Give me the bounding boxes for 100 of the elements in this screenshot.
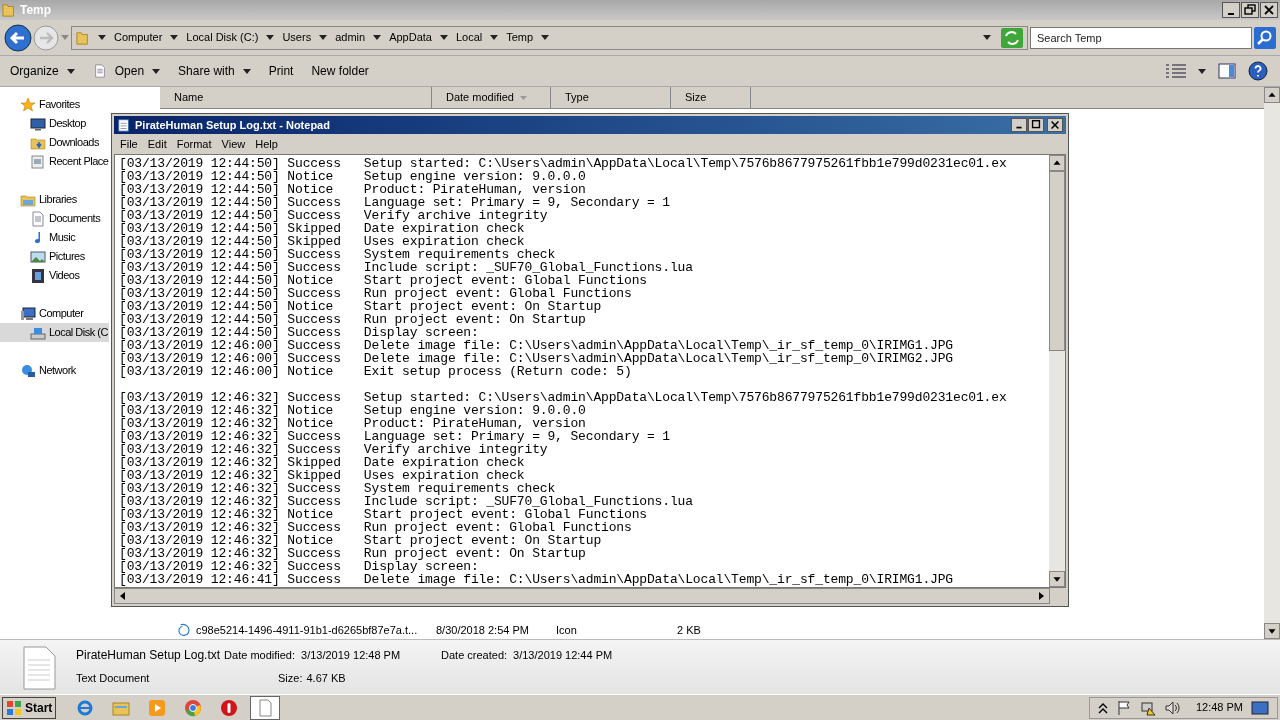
field-label: Date modified:	[224, 647, 296, 663]
text-line: [03/13/2019 12:46:32] Notice Product: PirateHuman, version	[119, 417, 587, 430]
star-icon	[20, 96, 36, 113]
computer-icon	[20, 305, 36, 322]
text-line: [03/13/2019 12:46:32] Success Language set: Primary = 9, Secondary = 1	[119, 430, 671, 443]
text-line: [03/13/2019 12:44:50] Success Verify archive integrity	[119, 209, 549, 222]
scroll-thumb[interactable]	[1049, 171, 1065, 351]
breadcrumb-item[interactable]: Computer	[114, 29, 163, 46]
breadcrumb-item[interactable]: Users	[282, 29, 312, 46]
sidebar-item[interactable]: Local Disk (C	[0, 323, 109, 342]
caret-icon	[266, 35, 275, 40]
film-icon	[30, 267, 46, 284]
breadcrumb-item[interactable]: Temp	[506, 29, 534, 46]
caret-icon	[490, 35, 499, 40]
window-icon	[30, 153, 46, 170]
sort-icon	[519, 95, 527, 100]
minimize-icon	[1011, 118, 1027, 132]
speaker-icon	[1163, 699, 1180, 716]
sidebar-item[interactable]: Documents	[0, 209, 102, 228]
text-line: [03/13/2019 12:44:50] Notice Start project event: On Startup	[119, 300, 603, 313]
text-line: [03/13/2019 12:44:50] Notice Start project event: Global Functions	[119, 274, 648, 287]
menu-item[interactable]: Help	[251, 135, 282, 153]
sidebar-item[interactable]: Recent Place	[0, 152, 110, 171]
text-line: [03/13/2019 12:46:32] Notice Start project event: On Startup	[119, 534, 603, 547]
text-line: [03/13/2019 12:46:32] Skipped Uses expiration check	[119, 469, 526, 482]
toolbar-button[interactable]: New folder	[305, 59, 375, 83]
play-icon	[148, 698, 167, 717]
text-line: [03/13/2019 12:46:32] Notice Start project event: Global Functions	[119, 508, 648, 521]
text-line: [03/13/2019 12:46:32] Success Include script: _SUF70_Global_Functions.lua	[119, 495, 694, 508]
scrollbar[interactable]	[114, 588, 1050, 604]
scrollbar[interactable]	[1049, 155, 1065, 587]
file-type: Text Document	[76, 671, 151, 686]
field-value: 4.67 KB	[306, 671, 346, 686]
file-name[interactable]: c98e5214-1496-4911-91b1-d6265bf87e7a.t...	[196, 621, 418, 639]
start-button[interactable]: Start	[2, 696, 57, 719]
menu-item[interactable]: Format	[172, 135, 216, 153]
toolbar-button[interactable]: Print	[262, 59, 300, 83]
caret-icon	[1198, 68, 1206, 74]
caret-icon	[373, 35, 382, 40]
address-bar[interactable]: Computer Local Disk (C:) Users admin AppData Local Temp	[71, 25, 1028, 50]
help-icon	[1248, 61, 1268, 81]
toolbar-button[interactable]: Share with	[172, 59, 257, 83]
caret-icon	[319, 35, 328, 40]
toolbar-button[interactable]: Open	[86, 59, 167, 83]
text-line: [03/13/2019 12:44:50] Success Run project event: On Startup	[119, 313, 586, 326]
menu-item[interactable]: Edit	[143, 135, 171, 153]
sidebar-item[interactable]: Favorites	[0, 95, 81, 114]
breadcrumb-item[interactable]: Local Disk (C:)	[186, 29, 259, 46]
text-line: [03/13/2019 12:46:00] Notice Exit setup process (Return code: 5)	[119, 365, 632, 378]
text-line: [03/13/2019 12:44:50] Success Include script: _SUF70_Global_Functions.lua	[119, 261, 694, 274]
sidebar-item[interactable]: Computer	[0, 304, 85, 323]
field-value: 3/13/2019 12:44 PM	[513, 647, 613, 663]
clock: 12:48 PM	[1195, 700, 1243, 716]
toolbar-button[interactable]: Organize	[4, 59, 81, 83]
text-line: [03/13/2019 12:46:00] Success Delete image file: C:\Users\admin\AppData\Local\Temp\_ir_sf_temp_0\IRIMG1.JPG	[119, 339, 954, 352]
caret-icon	[983, 35, 991, 40]
field-value: 3/13/2019 12:48 PM	[301, 647, 402, 663]
sidebar-item[interactable]: Music	[0, 228, 77, 247]
text-line: [03/13/2019 12:44:50] Notice Product: PirateHuman, version	[119, 183, 587, 196]
search-field[interactable]: Search Temp	[1030, 26, 1252, 49]
chevron-up-icon	[1097, 701, 1108, 714]
breadcrumb-item[interactable]: admin	[335, 29, 366, 46]
caret-icon	[66, 68, 75, 74]
sidebar-item[interactable]: Pictures	[0, 247, 86, 266]
text-line: [03/13/2019 12:46:32] Success Setup started: C:\Users\admin\AppData\Local\Temp\7576b8677975261fbb1e799d0231ec01.ex	[119, 391, 1008, 404]
text-line: [03/13/2019 12:46:00] Success Delete image file: C:\Users\admin\AppData\Local\Temp\_ir_sf_temp_0\IRIMG2.JPG	[119, 352, 954, 365]
text-line: [03/13/2019 12:46:32] Success Verify archive integrity	[119, 443, 549, 456]
text-line: [03/13/2019 12:46:41] Success Delete image file: C:\Users\admin\AppData\Local\Temp\_ir_sf_temp_0\IRIMG1.JPG	[119, 573, 954, 586]
close-icon	[1260, 2, 1278, 18]
menu-item[interactable]: File	[116, 135, 142, 153]
scroll-down-icon	[1264, 623, 1280, 639]
text-line: [03/13/2019 12:44:50] Success Language set: Primary = 9, Secondary = 1	[119, 196, 671, 209]
folder-icon	[2, 2, 16, 18]
search-icon	[1254, 26, 1276, 49]
sidebar-item[interactable]: Network	[0, 361, 77, 380]
document-icon	[30, 210, 46, 227]
scrollbar[interactable]	[1264, 87, 1280, 639]
sidebar-item[interactable]: Videos	[0, 266, 81, 285]
sidebar-item[interactable]: Downloads	[0, 133, 100, 152]
menu-item[interactable]: View	[217, 135, 250, 153]
maximize-icon	[1028, 118, 1044, 132]
caret-icon	[170, 35, 179, 40]
breadcrumb-item[interactable]: Local	[455, 29, 483, 46]
text-line: [03/13/2019 12:46:32] Success Run project event: Global Functions	[119, 521, 633, 534]
scroll-down-icon	[1049, 571, 1065, 587]
windows-logo-icon	[6, 699, 22, 716]
notepad-icon	[117, 118, 131, 132]
window-title: Temp	[20, 2, 52, 19]
caret-icon	[98, 35, 106, 40]
taskbar-button[interactable]	[250, 695, 281, 720]
breadcrumb-item[interactable]: AppData	[389, 29, 432, 46]
sidebar-item[interactable]: Desktop	[0, 114, 87, 133]
field-label: Date created:	[441, 647, 508, 663]
text-line: [03/13/2019 12:44:50] Skipped Date expiration check	[119, 222, 525, 235]
show-desktop-icon	[1251, 700, 1269, 715]
stop-icon	[220, 698, 239, 717]
sidebar-item[interactable]: Libraries	[0, 190, 78, 209]
text-line: [03/13/2019 12:46:32] Success System requirements check	[119, 482, 557, 495]
close-icon	[1047, 118, 1063, 132]
caret-icon	[439, 35, 448, 40]
